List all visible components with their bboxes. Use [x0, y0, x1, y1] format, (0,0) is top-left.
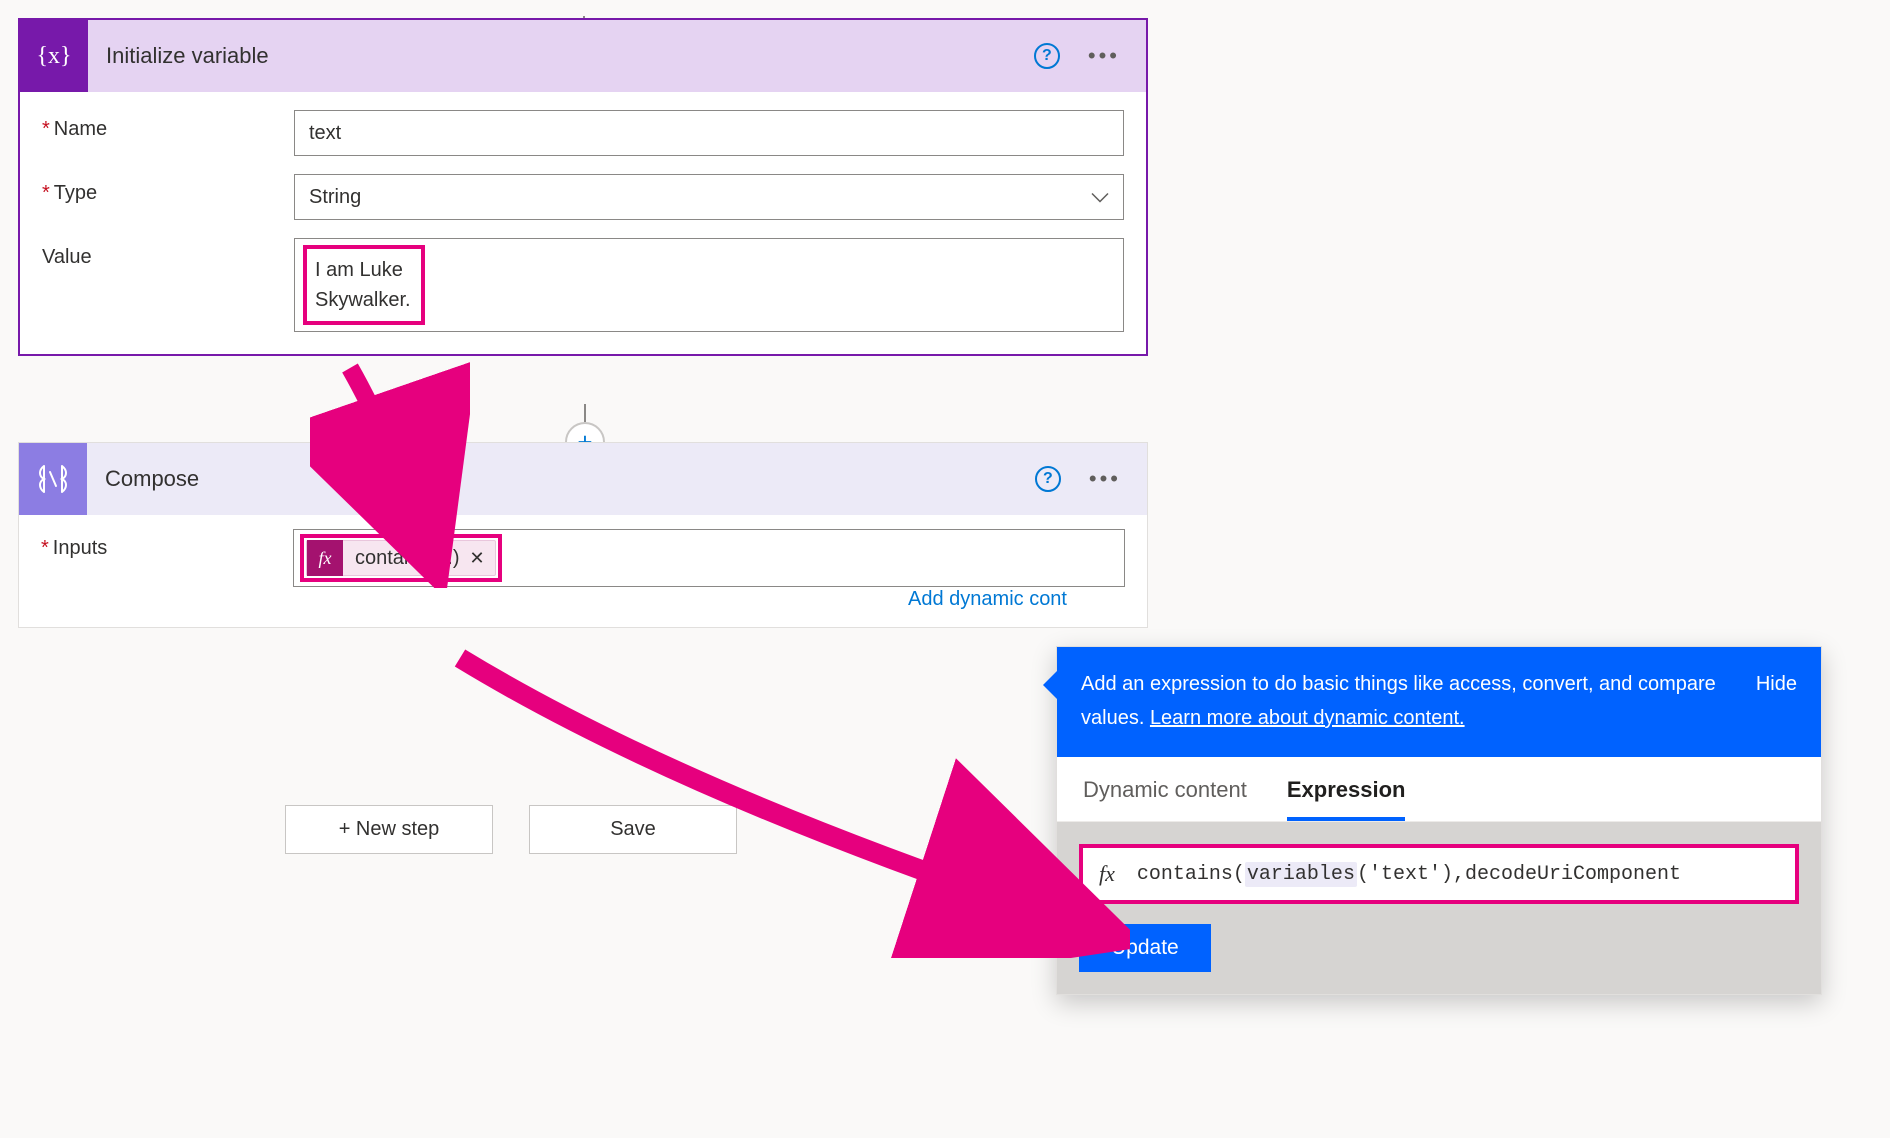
- add-dynamic-content-link[interactable]: Add dynamic cont: [908, 588, 1067, 611]
- value-input[interactable]: I am Luke Skywalker.: [294, 238, 1124, 332]
- expression-input[interactable]: fx contains(variables('text'),decodeUriC…: [1079, 844, 1799, 904]
- token-label: contains(...): [355, 547, 459, 570]
- annotation-arrow-icon: [440, 638, 1130, 958]
- help-icon[interactable]: ?: [1035, 466, 1061, 492]
- chevron-down-icon: [1091, 187, 1109, 208]
- type-select[interactable]: String: [294, 174, 1124, 220]
- compose-icon: [19, 443, 87, 515]
- token-highlight-box: fx contains(...) ✕: [300, 534, 502, 582]
- more-icon[interactable]: •••: [1088, 43, 1126, 69]
- variable-icon: {x}: [20, 20, 88, 92]
- popup-info-banner: Add an expression to do basic things lik…: [1057, 647, 1821, 757]
- expression-token[interactable]: fx contains(...) ✕: [306, 540, 496, 576]
- fx-icon: fx: [1099, 861, 1115, 887]
- save-button[interactable]: Save: [529, 805, 737, 854]
- initialize-variable-card[interactable]: {x} Initialize variable ? ••• *Name text…: [18, 18, 1148, 356]
- type-label: *Type: [42, 174, 282, 205]
- inputs-label: *Inputs: [41, 529, 281, 560]
- card-title: Compose: [105, 466, 1017, 492]
- expression-popup: Add an expression to do basic things lik…: [1056, 646, 1822, 995]
- value-highlight-box: I am Luke Skywalker.: [303, 245, 425, 325]
- help-icon[interactable]: ?: [1034, 43, 1060, 69]
- inputs-input[interactable]: fx contains(...) ✕: [293, 529, 1125, 587]
- more-icon[interactable]: •••: [1089, 466, 1127, 492]
- new-step-button[interactable]: + New step: [285, 805, 493, 854]
- tab-dynamic-content[interactable]: Dynamic content: [1083, 777, 1247, 821]
- type-field-row: *Type String: [42, 174, 1124, 220]
- inputs-field-row: *Inputs fx contains(...) ✕: [41, 529, 1125, 587]
- value-field-row: Value I am Luke Skywalker.: [42, 238, 1124, 332]
- close-icon[interactable]: ✕: [469, 548, 484, 569]
- update-button[interactable]: Update: [1079, 924, 1211, 972]
- value-label: Value: [42, 238, 282, 269]
- expression-text: contains(variables('text'),decodeUriComp…: [1137, 863, 1681, 886]
- learn-more-link[interactable]: Learn more about dynamic content.: [1150, 707, 1465, 729]
- card-header[interactable]: {x} Initialize variable ? •••: [20, 20, 1146, 92]
- tab-expression[interactable]: Expression: [1287, 777, 1406, 821]
- compose-card[interactable]: Compose ? ••• *Inputs fx contains(...) ✕: [18, 442, 1148, 628]
- popup-tabs: Dynamic content Expression: [1057, 757, 1821, 822]
- name-field-row: *Name text: [42, 110, 1124, 156]
- hide-link[interactable]: Hide: [1756, 667, 1797, 735]
- name-label: *Name: [42, 110, 282, 141]
- popup-beak: [1043, 671, 1057, 699]
- card-header[interactable]: Compose ? •••: [19, 443, 1147, 515]
- card-title: Initialize variable: [106, 43, 1016, 69]
- name-input[interactable]: text: [294, 110, 1124, 156]
- fx-icon: fx: [307, 540, 343, 576]
